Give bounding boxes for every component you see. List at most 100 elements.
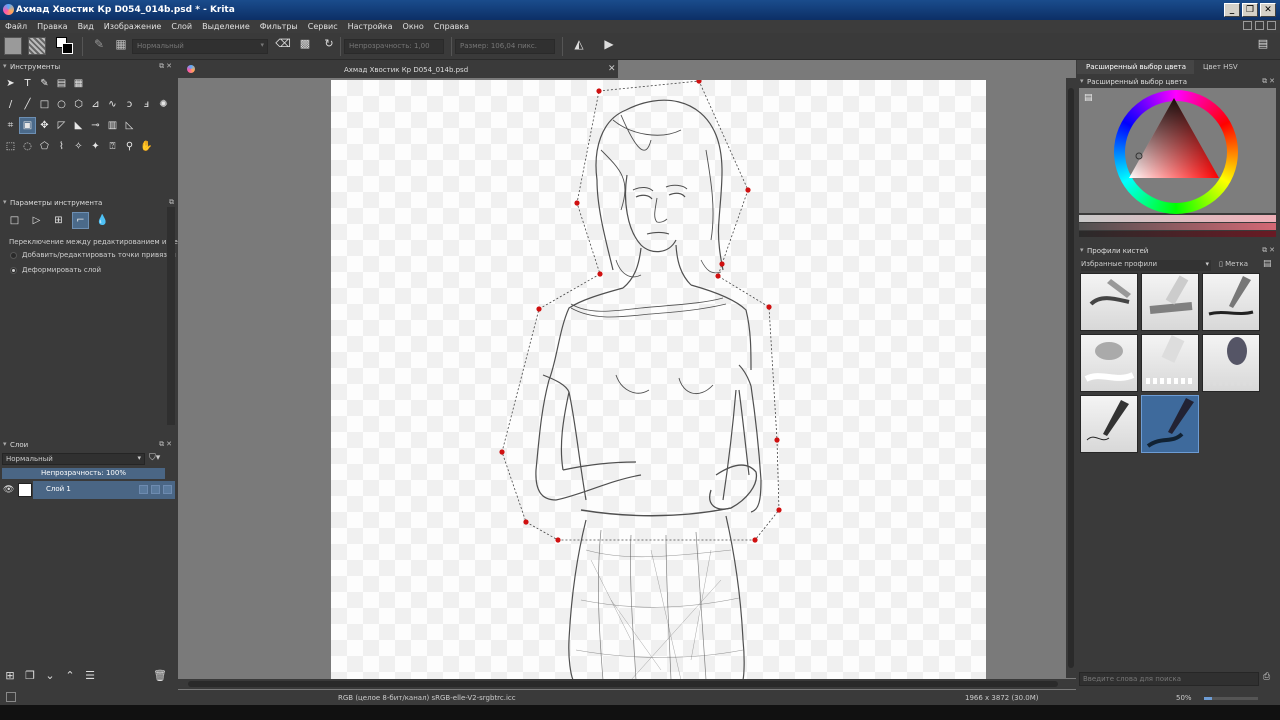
mirror-horizontal-icon[interactable]: ◭	[570, 37, 588, 55]
bezier-select-icon[interactable]: ⍰	[104, 138, 121, 155]
liquify-transform-icon[interactable]: 💧	[94, 212, 111, 229]
preserve-alpha-icon[interactable]: ▩	[296, 37, 314, 55]
layers-dock-controls-icon[interactable]: ⧉✕	[159, 440, 174, 449]
dock-float-icon[interactable]: ⧉	[169, 198, 174, 207]
lock-icon[interactable]	[139, 485, 148, 494]
bezier-icon[interactable]: ∿	[104, 96, 121, 113]
cage-handle[interactable]	[696, 80, 702, 84]
freehand-path-icon[interactable]: ↄ	[121, 96, 138, 113]
duplicate-layer-icon[interactable]: ❐	[23, 669, 37, 683]
pattern-chooser-icon[interactable]	[28, 37, 46, 55]
eye-icon[interactable]: 👁	[3, 485, 14, 495]
layer-name[interactable]: Слой 1	[46, 485, 71, 493]
warp-transform-icon[interactable]: ⊞	[50, 212, 67, 229]
minimize-button[interactable]: _	[1224, 3, 1240, 17]
move-icon[interactable]: ✥	[36, 117, 53, 134]
deform-layer-label[interactable]: Деформировать слой	[22, 266, 101, 274]
reload-preset-icon[interactable]: ↻	[320, 37, 338, 55]
blend-mode-select[interactable]: Нормальный ▾	[132, 39, 268, 54]
move-layer-up-icon[interactable]: ⌃	[63, 669, 77, 683]
add-points-radio[interactable]	[10, 252, 17, 259]
menu-settings[interactable]: Настройка	[343, 20, 398, 33]
cage-handle[interactable]	[523, 519, 529, 525]
cage-handle[interactable]	[536, 306, 542, 312]
shear-icon[interactable]: ◸	[53, 117, 70, 134]
eraser-hard-preset[interactable]	[1141, 334, 1199, 392]
favorites-select[interactable]: Избранные профили ▾	[1081, 260, 1211, 271]
gradient-edit-icon[interactable]: ▦	[70, 75, 87, 92]
menu-tools[interactable]: Сервис	[303, 20, 343, 33]
eraser-pen-preset[interactable]	[1202, 334, 1260, 392]
pencil-preset[interactable]	[1080, 273, 1138, 331]
contiguous-select-icon[interactable]: ✧	[70, 138, 87, 155]
text-icon[interactable]: T	[19, 75, 36, 92]
tag-filter[interactable]: ▯ Метка	[1219, 260, 1248, 268]
alpha-lock-icon[interactable]	[151, 485, 160, 494]
menu-window[interactable]: Окно	[398, 20, 429, 33]
marker-preset[interactable]	[1141, 273, 1199, 331]
add-points-label[interactable]: Добавить/редактировать точки привязки	[22, 251, 176, 259]
perspective-transform-icon[interactable]: ▷	[28, 212, 45, 229]
mdi-restore-icon[interactable]	[1255, 21, 1264, 30]
menu-select[interactable]: Выделение	[197, 20, 255, 33]
menu-edit[interactable]: Правка	[32, 20, 72, 33]
tab-advanced-color[interactable]: Расширенный выбор цвета	[1077, 60, 1195, 74]
size-slider[interactable]: Размер: 106,04 пикс.	[455, 39, 555, 54]
mdi-minimize-icon[interactable]	[1243, 21, 1252, 30]
brush-presets-icon[interactable]: ▦	[112, 37, 130, 55]
preset-view-options-icon[interactable]: ▤	[1263, 259, 1272, 269]
tab-hsv-color[interactable]: Цвет HSV	[1194, 60, 1246, 74]
freehand-brush-icon[interactable]: /	[2, 96, 19, 113]
menu-layer[interactable]: Слой	[166, 20, 197, 33]
dock-float-close-icon[interactable]: ⧉✕	[159, 62, 174, 71]
polygon-select-icon[interactable]: ⬠	[36, 138, 53, 155]
color-history-bars[interactable]	[1079, 215, 1276, 237]
saturation-value-triangle[interactable]	[1129, 98, 1229, 188]
rectangle-icon[interactable]: □	[36, 96, 53, 113]
zoom-slider[interactable]	[1204, 697, 1258, 700]
polyline-icon[interactable]: ⊿	[87, 96, 104, 113]
menu-file[interactable]: Файл	[0, 20, 32, 33]
brush-editor-icon[interactable]: ✎	[90, 37, 108, 55]
crop-icon[interactable]: ⌗	[2, 117, 19, 134]
ellipse-icon[interactable]: ○	[53, 96, 70, 113]
add-layer-icon[interactable]: ⊞	[3, 669, 17, 683]
delete-layer-icon[interactable]: 🗑	[153, 669, 167, 683]
save-preset-icon[interactable]: ⎙	[1263, 672, 1270, 682]
workspace-chooser-icon[interactable]: ▤	[1254, 37, 1272, 55]
transform-icon[interactable]: ▣	[19, 117, 36, 134]
eraser-soft-preset[interactable]	[1080, 334, 1138, 392]
pattern-icon[interactable]: ▥	[104, 117, 121, 134]
mirror-vertical-icon[interactable]: ▶	[600, 37, 618, 55]
rect-select-icon[interactable]: ⬚	[2, 138, 19, 155]
fg-bg-color-icon[interactable]	[56, 37, 74, 55]
layer-filter-icon[interactable]: ⛉▾	[149, 453, 160, 463]
calligraphy-icon[interactable]: ▤	[53, 75, 70, 92]
color-dock-controls-icon[interactable]: ⧉✕	[1262, 77, 1277, 86]
cage-handle[interactable]	[555, 537, 561, 543]
cage-handle[interactable]	[574, 200, 580, 206]
cage-handle[interactable]	[745, 187, 751, 193]
edit-shapes-icon[interactable]: ✎	[36, 75, 53, 92]
preset-search-input[interactable]: Введите слова для поиска	[1079, 672, 1259, 686]
line-icon[interactable]: ╱	[19, 96, 36, 113]
cage-handle[interactable]	[596, 88, 602, 94]
close-tab-icon[interactable]: ✕	[608, 64, 616, 74]
new-document-icon[interactable]	[4, 37, 22, 55]
cage-transform-icon[interactable]: ⌐	[72, 212, 89, 229]
inherit-alpha-icon[interactable]	[163, 485, 172, 494]
color-picker-icon[interactable]: ⊸	[87, 117, 104, 134]
canvas-vertical-scrollbar[interactable]	[1066, 78, 1076, 678]
color-settings-icon[interactable]: ▤	[1084, 93, 1095, 104]
polygon-icon[interactable]: ⬡	[70, 96, 87, 113]
color-selector[interactable]: ▤	[1079, 88, 1276, 214]
zoom-icon[interactable]: ⚲	[121, 138, 138, 155]
brush-dock-controls-icon[interactable]: ⧉✕	[1262, 246, 1277, 255]
document-tab-label[interactable]: Ахмад Хвостик Кр D054_014b.psd	[344, 66, 468, 74]
mdi-close-icon[interactable]	[1267, 21, 1276, 30]
menu-help[interactable]: Справка	[429, 20, 474, 33]
canvas-horizontal-scrollbar[interactable]	[178, 679, 1076, 689]
eraser-mode-icon[interactable]: ⌫	[274, 37, 292, 55]
menu-image[interactable]: Изображение	[99, 20, 167, 33]
restore-button[interactable]: ❐	[1242, 3, 1258, 17]
